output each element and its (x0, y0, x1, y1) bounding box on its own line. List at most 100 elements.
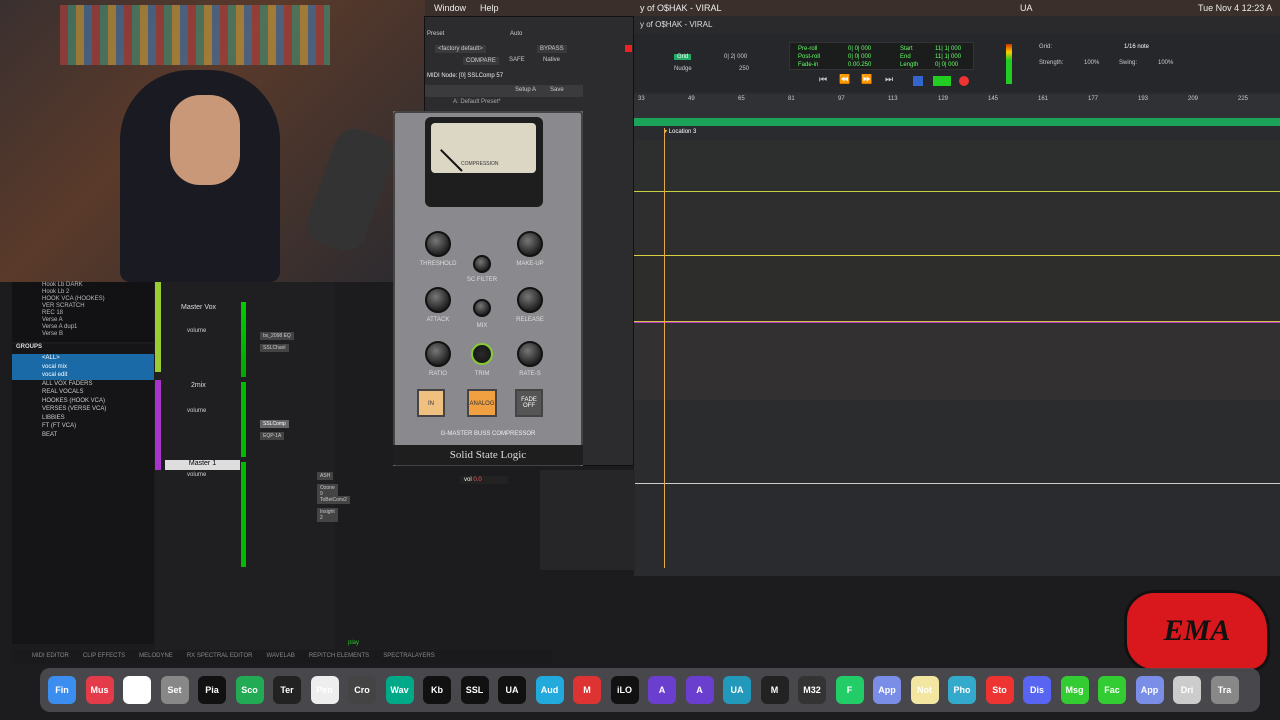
dock-icon-24[interactable]: Pho (948, 676, 976, 704)
track-lane-2[interactable] (634, 192, 1280, 256)
dock-icon-4[interactable]: Pia (198, 676, 226, 704)
dock-icon-19[interactable]: M (760, 676, 789, 704)
fade-off-button[interactable]: FADE OFF (515, 389, 543, 417)
dock-icon-7[interactable]: Pen (310, 676, 339, 704)
dock-icon-13[interactable]: Aud (535, 676, 564, 704)
strength-value[interactable]: 100% (1084, 60, 1099, 66)
dock-icon-23[interactable]: Not (910, 676, 939, 704)
rate-s-knob[interactable] (517, 341, 543, 367)
preset-name[interactable]: A: Default Preset* (453, 99, 501, 105)
in-button[interactable]: IN (417, 389, 445, 417)
bypass-button[interactable]: BYPASS (537, 45, 567, 53)
bottom-tab[interactable]: MIDI EDITOR (32, 653, 69, 659)
dock-icon-21[interactable]: F (835, 676, 864, 704)
dock-icon-11[interactable]: SSL (460, 676, 489, 704)
dock-icon-9[interactable]: Wav (385, 676, 414, 704)
dock-icon-28[interactable]: Fac (1098, 676, 1126, 704)
timeline-ruler[interactable]: 33 49 65 81 97 113 129 145 161 177 193 209 225 (634, 94, 1280, 118)
channel-master-1[interactable]: Master 1 (165, 460, 240, 470)
track-list-item[interactable]: Verse A dup1 (12, 324, 154, 331)
dock-icon-17[interactable]: A (685, 676, 714, 704)
dock-icon-2[interactable]: Chr (123, 676, 151, 704)
dock-icon-25[interactable]: Sto (985, 676, 1014, 704)
close-icon[interactable] (625, 45, 632, 52)
group-item[interactable]: vocal edit (12, 371, 154, 380)
dock-icon-16[interactable]: A (648, 676, 676, 704)
compare-button[interactable]: COMPARE (463, 57, 499, 65)
group-item[interactable]: FT (FT VCA) (12, 422, 154, 431)
start-value[interactable]: 11| 1| 000 (935, 45, 961, 53)
track-lane-4[interactable] (634, 322, 1280, 400)
group-item[interactable]: <ALL> (12, 354, 154, 363)
marker-ruler[interactable] (634, 118, 1280, 126)
dock-icon-18[interactable]: UA (723, 676, 751, 704)
dock-icon-10[interactable]: Kb (423, 676, 451, 704)
bottom-tab[interactable]: WAVELAB (267, 653, 295, 659)
bottom-tab[interactable]: REPITCH ELEMENTS (309, 653, 369, 659)
release-knob[interactable] (517, 287, 543, 313)
dock-icon-30[interactable]: Dri (1173, 676, 1201, 704)
group-item[interactable]: REAL VOCALS (12, 388, 154, 397)
grid-value[interactable]: 1/16 note (1124, 44, 1149, 50)
group-item[interactable]: vocal mix (12, 362, 154, 371)
forward-icon[interactable]: ⏩ (861, 74, 872, 85)
dock-icon-8[interactable]: Cro (348, 676, 376, 704)
dock-icon-12[interactable]: UA (498, 676, 526, 704)
group-item[interactable]: HOOKES (HOOK VCA) (12, 397, 154, 406)
trim-knob[interactable] (471, 343, 493, 365)
record-icon[interactable] (959, 76, 969, 86)
play-icon[interactable] (933, 76, 951, 86)
menu-window[interactable]: Window (434, 3, 466, 13)
swing-value[interactable]: 100% (1158, 60, 1173, 66)
dock-icon-1[interactable]: Mus (85, 676, 114, 704)
postroll-value[interactable]: 0| 0| 000 (848, 53, 871, 61)
insert-4[interactable]: EQP-1A (260, 432, 285, 440)
dock-icon-3[interactable]: Set (160, 676, 189, 704)
insert-7[interactable]: ToBeiConv2 (317, 496, 350, 504)
fadein-value[interactable]: 0.00.250 (848, 61, 871, 69)
insert-2[interactable]: SSLChanl (260, 344, 289, 352)
dock-icon-0[interactable]: Fin (48, 676, 76, 704)
length-value[interactable]: 0| 0| 000 (935, 61, 961, 69)
attack-knob[interactable] (425, 287, 451, 313)
track-list-item[interactable]: REC 18 (12, 310, 154, 317)
dock-icon-14[interactable]: M (573, 676, 601, 704)
scfilter-knob[interactable] (473, 255, 491, 273)
dock-icon-6[interactable]: Ter (273, 676, 301, 704)
dock-icon-22[interactable]: App (873, 676, 901, 704)
group-item[interactable]: VERSES (VERSE VCA) (12, 405, 154, 414)
bottom-tab[interactable]: CLIP EFFECTS (83, 653, 125, 659)
grid-mode[interactable]: Grid (674, 54, 692, 60)
rewind-icon[interactable]: ⏮ (819, 74, 827, 85)
track-list-item[interactable]: VER SCRATCH (12, 303, 154, 310)
insert-5[interactable]: ASH (317, 472, 334, 480)
group-item[interactable]: ALL VOX FADERS (12, 380, 154, 389)
counter[interactable]: 0| 2| 000 (724, 54, 747, 60)
makeup-knob[interactable] (517, 231, 543, 257)
setup-a[interactable]: Setup A (515, 87, 536, 93)
bottom-tab[interactable]: MELODYNE (139, 653, 173, 659)
track-lane-1[interactable] (634, 140, 1280, 192)
preroll-value[interactable]: 0| 0| 000 (848, 45, 871, 53)
track-list-item[interactable]: HOOK VCA (HOOKES) (12, 296, 154, 303)
bottom-tab[interactable]: SPECTRALAYERS (383, 653, 435, 659)
save-button[interactable]: Save (550, 87, 564, 93)
back-icon[interactable]: ⏪ (839, 74, 850, 85)
track-list-item[interactable]: Verse B (12, 331, 154, 338)
track-list-item[interactable]: Hook Lb 2 (12, 289, 154, 296)
preset-select[interactable]: <factory default> (435, 45, 486, 53)
group-item[interactable]: BEAT (12, 431, 154, 440)
channel-master-vox[interactable]: Master Vox (181, 304, 216, 311)
track-list-item[interactable]: Verse A (12, 317, 154, 324)
dock-icon-15[interactable]: iLO (610, 676, 639, 704)
insert-8[interactable]: Insight 2 (317, 508, 338, 522)
channel-2mix[interactable]: 2mix (191, 382, 206, 389)
ratio-knob[interactable] (425, 341, 451, 367)
insert-3[interactable]: SSLComp (260, 420, 289, 428)
stop-icon[interactable] (913, 76, 923, 86)
track-lane-5[interactable] (634, 400, 1280, 484)
location-marker[interactable]: ▾ Location 3 (664, 128, 696, 135)
nudge-value[interactable]: 250 (739, 66, 749, 72)
track-list-item[interactable]: Hook Lb DARK (12, 282, 154, 289)
insert-1[interactable]: bx_2098 EQ (260, 332, 294, 340)
